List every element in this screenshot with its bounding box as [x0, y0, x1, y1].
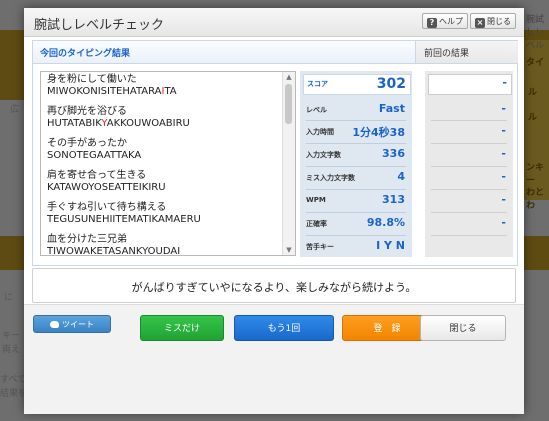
prev-accuracy: -: [501, 216, 506, 229]
dialog-titlebar: 腕試しレベルチェック ? ヘルプ × 閉じる: [24, 8, 524, 37]
close-title-label: 閉じる: [487, 17, 511, 26]
close-title-button[interactable]: × 閉じる: [470, 13, 516, 29]
bg-left-3: キー: [2, 331, 21, 341]
phrase-romaji: KATAWOYOSEATTEIKIRU: [47, 182, 166, 193]
list-item: その手があったか SONOTEGAATTAKA: [47, 138, 275, 162]
current-result-header: 今回のタイピング結果: [33, 41, 415, 64]
prev-time: -: [501, 124, 506, 137]
prev-miss-chars: -: [501, 170, 506, 183]
scroll-thumb[interactable]: [285, 84, 292, 124]
results-panel: 今回のタイピング結果 前回の結果 身を粉にして働いた MIWOKONISITEH…: [32, 40, 518, 266]
close-icon: ×: [475, 18, 485, 28]
current-stats: スコア 302 レベル Fast 入力時間 1分4秒38 入力文字数 336 ミス入力…: [300, 71, 412, 257]
scroll-down-icon[interactable]: ▼: [283, 245, 295, 255]
stat-score: スコア 302: [303, 74, 411, 95]
help-button[interactable]: ? ヘルプ: [422, 13, 468, 29]
list-scrollbar[interactable]: ▲ ▼: [282, 72, 295, 255]
bg-left-2: に: [4, 293, 14, 303]
register-button[interactable]: 登 録: [342, 315, 432, 341]
previous-result-heading: 前回の結果: [424, 49, 470, 59]
phrase-japanese: 再び脚光を浴びる: [47, 106, 127, 117]
list-item: 身を粉にして働いた MIWOKONISITEHATARAITA: [47, 74, 275, 98]
list-item: 肩を寄せ合って生きる KATAWOYOSEATTEIKIRU: [47, 170, 275, 194]
previous-result-header: 前回の結果: [415, 41, 518, 64]
bg-left-6: 結果を: [0, 389, 28, 399]
divider: [431, 189, 507, 190]
message-text: がんばりすぎていやになるより、楽しみながら続けよう。: [131, 281, 417, 294]
bg-tab-2: ル: [528, 88, 538, 98]
bg-tab-5: わとわ: [526, 188, 545, 211]
encouragement-message: がんばりすぎていやになるより、楽しみながら続けよう。: [32, 268, 516, 303]
bg-left-4: 両え: [2, 345, 21, 355]
current-result-heading: 今回のタイピング結果: [40, 49, 131, 59]
dialog-title: 腕試しレベルチェック: [34, 18, 165, 33]
bg-top-label: 腕試しレベル: [526, 15, 545, 51]
divider: [306, 120, 406, 121]
question-icon: ?: [427, 18, 437, 28]
close-button[interactable]: 閉じる: [420, 315, 506, 341]
stat-chars: 入力文字数 336: [306, 147, 405, 160]
divider: [306, 189, 406, 190]
divider: [306, 166, 406, 167]
stat-level: レベル Fast: [306, 102, 405, 115]
bg-tab-1: タイ: [526, 58, 545, 68]
twitter-bird-icon: [50, 321, 59, 328]
prev-weak-keys: [428, 238, 510, 256]
phrase-romaji: SONOTEGAATTAKA: [47, 150, 142, 161]
divider: [431, 235, 507, 236]
phrase-romaji: MIWOKONISITEHATARAITA: [47, 86, 177, 97]
phrase-japanese: 血を分けた三兄弟: [47, 234, 127, 245]
stat-miss-chars: ミス入力文字数 4: [306, 170, 405, 183]
divider: [431, 166, 507, 167]
retry-button[interactable]: もう1回: [234, 315, 334, 341]
prev-score: -: [428, 74, 512, 95]
stat-time: 入力時間 1分4秒38: [306, 126, 405, 139]
prev-wpm: -: [501, 193, 506, 206]
phrase-romaji: HUTATABIKYAKKOUWOABIRU: [47, 118, 190, 129]
button-bar: ツイート ミスだけ もう1回 登 録 閉じる: [24, 304, 524, 414]
phrase-romaji: TEGUSUNEHIITEMATIKAMAERU: [47, 214, 201, 225]
tweet-label: ツイート: [62, 320, 94, 329]
phrase-japanese: その手があったか: [47, 138, 127, 149]
bg-left-5: すべて: [0, 375, 27, 385]
divider: [306, 235, 406, 236]
phrase-japanese: 身を粉にして働いた: [47, 74, 137, 85]
prev-chars: -: [501, 147, 506, 160]
divider: [431, 143, 507, 144]
bg-tab-4: ンキー: [526, 163, 545, 186]
stat-accuracy: 正確率 98.8%: [306, 216, 405, 229]
phrase-romaji: TIWOWAKETASANKYOUDAI: [47, 246, 181, 256]
stat-weak-keys: 苦手キー I Y N: [306, 239, 405, 252]
result-dialog: 腕試しレベルチェック ? ヘルプ × 閉じる 今回のタイピング結果 前回の結果 身を…: [24, 8, 524, 414]
typed-text-list[interactable]: 身を粉にして働いた MIWOKONISITEHATARAITA 再び脚光を浴びる…: [40, 71, 296, 256]
score-value: 302: [376, 76, 406, 92]
prev-level: -: [501, 102, 506, 115]
list-item: 再び脚光を浴びる HUTATABIKYAKKOUWOABIRU: [47, 106, 275, 130]
stat-wpm: WPM 313: [306, 193, 405, 206]
divider: [431, 212, 507, 213]
tweet-button[interactable]: ツイート: [33, 315, 111, 333]
divider: [306, 212, 406, 213]
scroll-up-icon[interactable]: ▲: [283, 72, 295, 82]
phrase-japanese: 手ぐすね引いて待ち構える: [47, 202, 167, 213]
divider: [306, 143, 406, 144]
phrase-japanese: 肩を寄せ合って生きる: [47, 170, 147, 181]
divider: [431, 120, 507, 121]
list-item: 血を分けた三兄弟 TIWOWAKETASANKYOUDAI: [47, 234, 275, 256]
bg-left-1: 広: [10, 105, 20, 115]
bg-tab-3: ル: [528, 113, 538, 123]
help-label: ヘルプ: [439, 17, 463, 26]
miss-only-button[interactable]: ミスだけ: [140, 315, 224, 341]
list-item: 手ぐすね引いて待ち構える TEGUSUNEHIITEMATIKAMAERU: [47, 202, 275, 226]
previous-stats: - - - - - - -: [425, 71, 513, 257]
